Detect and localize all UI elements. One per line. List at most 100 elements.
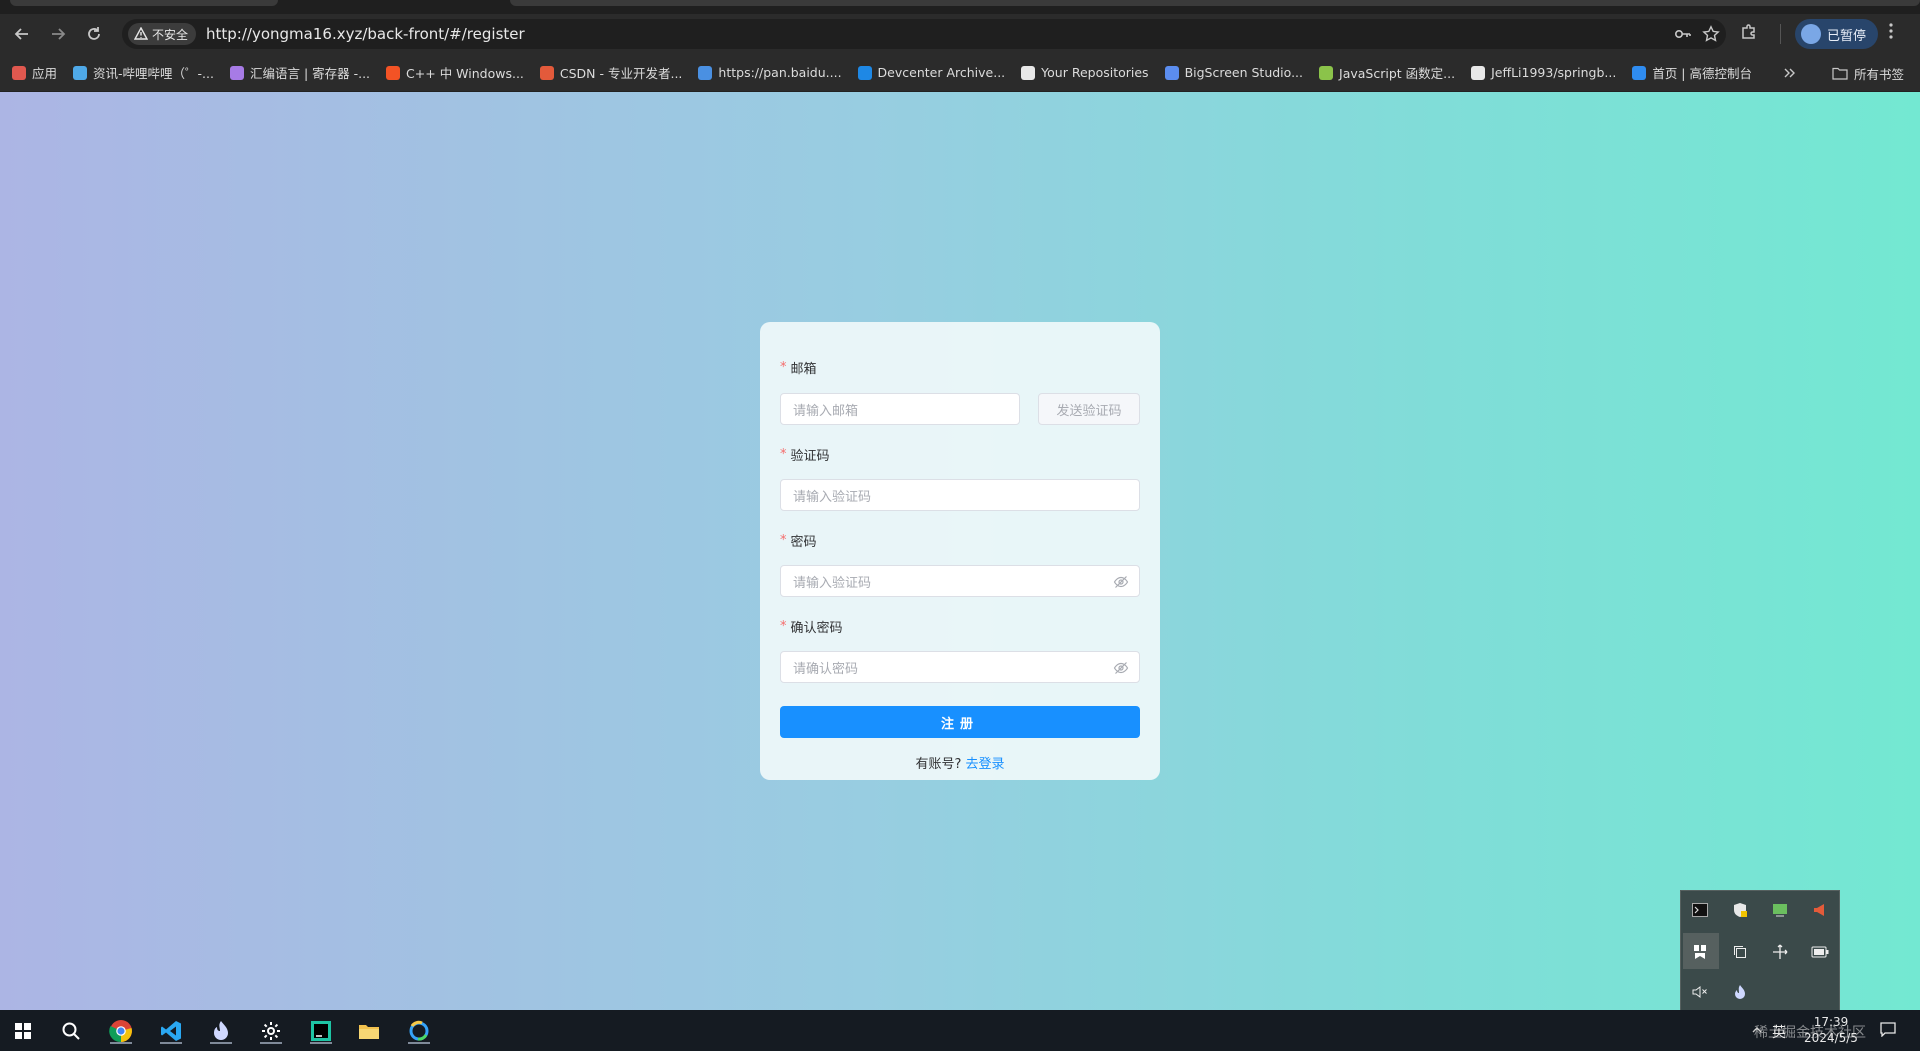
taskbar-webstorm[interactable] (306, 1016, 336, 1046)
taskbar-flame-app[interactable] (206, 1016, 236, 1046)
password-label-text: 密码 (790, 534, 817, 550)
taskbar-file-explorer[interactable] (354, 1016, 384, 1046)
bookmark-item[interactable]: CSDN - 专业开发者... (539, 63, 683, 82)
bilibili-icon (73, 65, 88, 80)
code-label-text: 验证码 (790, 448, 830, 464)
bookmarks-bar: 应用 资讯-哔哩哔哩（゜-... 汇编语言 | 寄存器 -... C++ 中 Wind… (0, 54, 1920, 92)
required-mark: * (780, 618, 787, 634)
back-button[interactable] (4, 18, 40, 50)
extensions-button[interactable] (1740, 23, 1758, 45)
register-card: * 邮箱 请输入邮箱 发送验证码 * 验证码 请输入验证码 * 密码 请输入验证… (760, 322, 1160, 780)
bookmark-item[interactable]: 应用 (12, 63, 57, 82)
bookmark-item[interactable]: 汇编语言 | 寄存器 -... (229, 63, 370, 82)
volume-muted-icon[interactable] (1691, 983, 1709, 1001)
bookmark-item[interactable]: 首页 | 高德控制台 (1632, 63, 1752, 82)
running-indicator (260, 1042, 282, 1044)
profile-label: 已暂停 (1827, 28, 1867, 44)
security-label: 不安全 (152, 27, 189, 42)
taskbar-chrome[interactable] (106, 1016, 136, 1046)
megaphone-icon[interactable] (1811, 901, 1829, 919)
flame-app-icon[interactable] (1731, 983, 1749, 1001)
battery-icon[interactable] (1811, 943, 1829, 961)
email-placeholder: 请输入邮箱 (793, 403, 859, 419)
bookmark-item[interactable]: Devcenter Archive... (857, 65, 1006, 80)
devcenter-icon (857, 65, 872, 80)
password-input[interactable]: 请输入验证码 (780, 565, 1140, 597)
confirm-label-text: 确认密码 (790, 620, 843, 636)
all-bookmarks-label: 所有书签 (1854, 67, 1905, 82)
confirm-placeholder: 请确认密码 (793, 661, 859, 677)
browser-toolbar: 不安全 http://yongma16.xyz/back-front/#/reg… (0, 14, 1920, 54)
webstorm-icon (311, 1021, 331, 1041)
bookmark-item[interactable]: 资讯-哔哩哔哩（゜-... (73, 63, 214, 82)
notification-button[interactable] (1880, 1021, 1896, 1041)
windows-icon (386, 65, 401, 80)
vscode-icon (161, 1021, 181, 1041)
address-bar[interactable]: 不安全 http://yongma16.xyz/back-front/#/reg… (122, 19, 1726, 49)
confirm-label: * 确认密码 (780, 617, 1140, 636)
all-bookmarks-button[interactable]: 所有书签 (1832, 64, 1904, 83)
running-indicator (310, 1042, 332, 1044)
running-indicator (210, 1042, 232, 1044)
pin-app-icon[interactable] (1691, 943, 1709, 961)
eye-hidden-icon[interactable] (1113, 660, 1129, 676)
bookmark-item[interactable]: C++ 中 Windows... (386, 63, 524, 82)
display-app-icon[interactable] (1771, 901, 1789, 919)
login-link[interactable]: 去登录 (966, 757, 1005, 772)
send-code-label: 发送验证码 (1056, 403, 1122, 419)
bookmark-label: BigScreen Studio... (1184, 65, 1304, 80)
bookmark-item[interactable]: JeffLi1993/springb... (1471, 65, 1616, 80)
register-button[interactable]: 注册 (780, 706, 1140, 738)
key-icon[interactable] (1674, 25, 1692, 43)
profile-button[interactable]: 已暂停 (1795, 19, 1879, 49)
browser-menu-button[interactable] (1888, 22, 1894, 44)
bookmark-label: JeffLi1993/springb... (1491, 65, 1617, 80)
bookmark-label: CSDN - 专业开发者... (559, 66, 683, 81)
has-account-text: 有账号? (915, 757, 962, 772)
bookmark-label: Devcenter Archive... (877, 65, 1006, 80)
url-text[interactable]: http://yongma16.xyz/back-front/#/registe… (206, 25, 525, 43)
bookmark-item[interactable]: BigScreen Studio... (1164, 65, 1304, 80)
forward-button[interactable] (40, 18, 76, 50)
register-button-label: 注册 (940, 716, 979, 732)
bookmark-item[interactable]: JavaScript 函数定... (1319, 63, 1455, 82)
folder-icon (359, 1025, 379, 1039)
email-input[interactable]: 请输入邮箱 (780, 393, 1020, 425)
address-bar-actions (1674, 19, 1720, 49)
taskbar-settings[interactable] (256, 1016, 286, 1046)
email-label: * 邮箱 (780, 358, 1140, 377)
tab-previous[interactable] (10, 0, 278, 6)
code-placeholder: 请输入验证码 (793, 489, 872, 505)
reload-button[interactable] (76, 18, 112, 50)
login-prompt: 有账号? 去登录 (760, 753, 1160, 772)
send-code-button[interactable]: 发送验证码 (1038, 393, 1140, 425)
github-icon (1021, 65, 1036, 80)
eye-hidden-icon[interactable] (1113, 574, 1129, 590)
confirm-password-input[interactable]: 请确认密码 (780, 651, 1140, 683)
bookmarks-overflow-icon[interactable] (1784, 66, 1796, 81)
copy-icon[interactable] (1731, 943, 1749, 961)
visualstudio-icon (229, 65, 244, 80)
security-shield-icon[interactable] (1731, 901, 1749, 919)
terminal-app-icon[interactable] (1691, 901, 1709, 919)
security-chip[interactable]: 不安全 (128, 23, 197, 45)
taskbar-vscode[interactable] (156, 1016, 186, 1046)
bookmark-label: 资讯-哔哩哔哩（゜-... (93, 66, 214, 81)
star-icon[interactable] (1702, 25, 1720, 43)
code-input[interactable]: 请输入验证码 (780, 479, 1140, 511)
avatar (1801, 24, 1821, 44)
taskbar-browser-app[interactable] (404, 1016, 434, 1046)
bookmark-item[interactable]: Your Repositories (1021, 65, 1149, 80)
bookmark-item[interactable]: https://pan.baidu.... (698, 65, 842, 80)
required-mark: * (780, 532, 787, 548)
start-button[interactable] (8, 1016, 38, 1046)
running-indicator (160, 1042, 182, 1044)
bigscreen-icon (1164, 65, 1179, 80)
arrow-right-icon (52, 28, 66, 40)
move-arrows-icon[interactable] (1771, 943, 1789, 961)
password-label: * 密码 (780, 531, 1140, 550)
form-item-email: * 邮箱 (780, 358, 1140, 377)
running-indicator (408, 1042, 430, 1044)
search-button[interactable] (56, 1016, 86, 1046)
tab-current[interactable] (510, 0, 1920, 6)
